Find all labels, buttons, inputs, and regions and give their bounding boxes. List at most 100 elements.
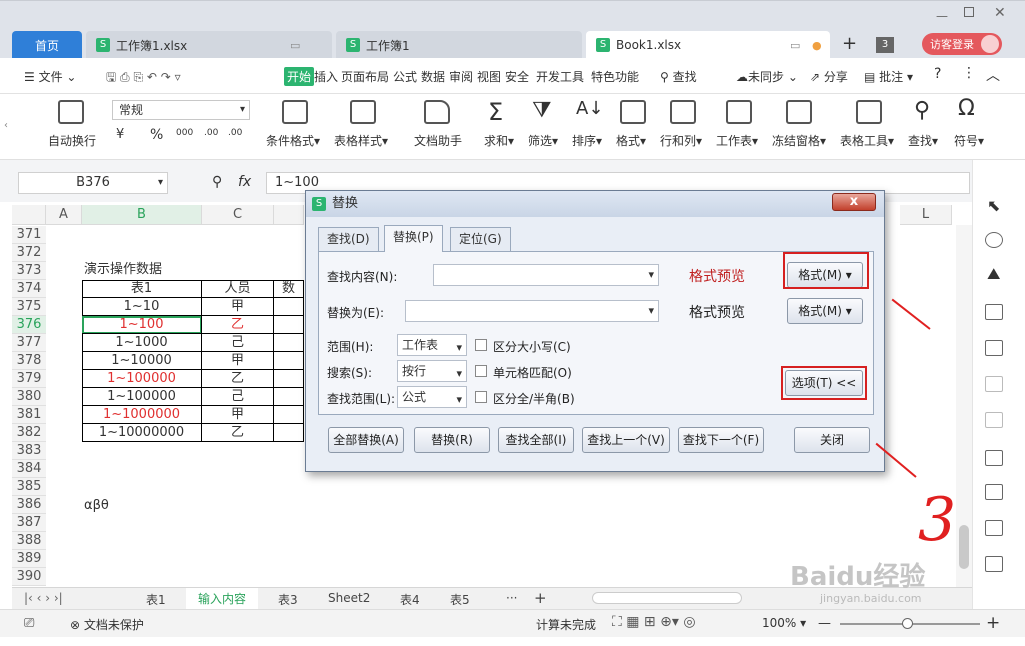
- thousands-button[interactable]: 000: [176, 128, 193, 138]
- monitor-icon[interactable]: ▭: [790, 39, 800, 52]
- archive-icon[interactable]: [985, 520, 1003, 536]
- find-button[interactable]: 查找▾: [908, 132, 938, 149]
- settings-icon[interactable]: [985, 376, 1003, 392]
- image-doc-icon[interactable]: [985, 450, 1003, 466]
- row-header[interactable]: 387: [12, 514, 46, 532]
- conditional-format-button[interactable]: 条件格式▾: [266, 132, 320, 149]
- symbol-button[interactable]: 符号▾: [954, 132, 984, 149]
- table-header-cell[interactable]: 表1: [82, 280, 202, 298]
- table-cell[interactable]: 乙: [202, 316, 274, 334]
- worksheet-button[interactable]: 工作表▾: [716, 132, 758, 149]
- help-icon[interactable]: ?: [934, 66, 941, 82]
- menu-search[interactable]: ⚲ 查找: [660, 68, 697, 85]
- picture-icon[interactable]: [985, 556, 1003, 572]
- table-cell[interactable]: 1~100000: [82, 388, 202, 406]
- table-cell[interactable]: 乙: [202, 370, 274, 388]
- menu-view[interactable]: 视图: [477, 68, 501, 85]
- decrease-decimal-button[interactable]: .00: [228, 128, 242, 138]
- sheet-nav-icons[interactable]: |‹ ‹ › ›|: [24, 591, 63, 605]
- tab-find[interactable]: 查找(D): [318, 227, 379, 251]
- match-cell-checkbox[interactable]: [475, 365, 487, 377]
- scrollbar-thumb[interactable]: [959, 525, 969, 569]
- close-button[interactable]: 关闭: [794, 427, 870, 453]
- number-format-select[interactable]: 常规 ▾: [112, 100, 250, 120]
- zoom-out-icon[interactable]: —: [818, 616, 831, 631]
- view-mode-icons[interactable]: ⛶ ▦ ⊞ ⊕▾ ◎: [612, 614, 696, 630]
- close-window-icon[interactable]: ✕: [994, 5, 1006, 21]
- doc-assistant-button[interactable]: 文档助手: [414, 132, 462, 149]
- table-cell[interactable]: 己: [202, 388, 274, 406]
- menu-insert[interactable]: 插入: [314, 68, 338, 85]
- monitor-icon[interactable]: ▭: [290, 39, 300, 52]
- tab-count-badge[interactable]: 3: [876, 37, 894, 53]
- sort-button[interactable]: 排序▾: [572, 132, 602, 149]
- replace-input[interactable]: [405, 300, 659, 322]
- row-header[interactable]: 374: [12, 280, 46, 298]
- increase-decimal-button[interactable]: .00: [204, 128, 218, 138]
- lookin-select[interactable]: 公式: [397, 386, 467, 410]
- replace-format-button[interactable]: 格式(M) ▾: [787, 298, 863, 324]
- sheet-tab-5[interactable]: 表5: [450, 591, 470, 608]
- table-header-cell[interactable]: 数: [274, 280, 304, 298]
- freeze-panes-button[interactable]: 冻结窗格▾: [772, 132, 826, 149]
- table-cell[interactable]: [274, 352, 304, 370]
- row-header[interactable]: 372: [12, 244, 46, 262]
- table-cell[interactable]: 乙: [202, 424, 274, 442]
- find-all-button[interactable]: 查找全部(I): [498, 427, 574, 453]
- column-header-d[interactable]: [274, 205, 304, 225]
- protect-status[interactable]: ⊗ 文档未保护: [70, 616, 144, 633]
- menu-sync[interactable]: ☁未同步 ⌄: [736, 68, 798, 85]
- table-cell[interactable]: 甲: [202, 298, 274, 316]
- tab-replace[interactable]: 替换(P): [384, 225, 443, 252]
- menu-page-layout[interactable]: 页面布局: [341, 68, 389, 85]
- table-cell[interactable]: 1~1000: [82, 334, 202, 352]
- percent-button[interactable]: %: [150, 127, 163, 143]
- collapse-ribbon-icon[interactable]: ︿: [986, 65, 1000, 85]
- table-tools-button[interactable]: 表格工具▾: [840, 132, 894, 149]
- zoom-find-icon[interactable]: ⚲: [212, 174, 222, 190]
- table-header-cell[interactable]: 人员: [202, 280, 274, 298]
- menu-data[interactable]: 数据: [421, 68, 445, 85]
- row-header[interactable]: 375: [12, 298, 46, 316]
- maximize-icon[interactable]: [964, 7, 974, 17]
- sheet-title[interactable]: 演示操作数据: [84, 261, 234, 279]
- row-header[interactable]: 382: [12, 424, 46, 442]
- table-cell[interactable]: [274, 316, 304, 334]
- menu-comment[interactable]: ▤ 批注 ▾: [864, 68, 913, 85]
- more-sheets-icon[interactable]: ···: [506, 591, 517, 605]
- column-header-a[interactable]: A: [46, 205, 82, 225]
- select-all-corner[interactable]: [12, 205, 46, 225]
- sheet-tab-input[interactable]: 输入内容: [186, 588, 259, 611]
- dialog-close-button[interactable]: x: [832, 193, 876, 211]
- zoom-slider-thumb[interactable]: [902, 618, 913, 629]
- table-cell[interactable]: 1~100: [82, 316, 202, 334]
- quick-access-icons[interactable]: 🖫 ⎙ ⎘ ↶ ↷ ▿: [106, 68, 181, 89]
- table-cell[interactable]: 1~10000: [82, 352, 202, 370]
- table-cell[interactable]: [274, 424, 304, 442]
- vertical-scrollbar[interactable]: [956, 225, 972, 587]
- table-cell[interactable]: 1~10000000: [82, 424, 202, 442]
- table-style-button[interactable]: 表格样式▾: [334, 132, 388, 149]
- replace-button[interactable]: 替换(R): [414, 427, 490, 453]
- find-input[interactable]: [433, 264, 659, 286]
- menu-share[interactable]: ⇗ 分享: [810, 68, 848, 85]
- table-cell[interactable]: [274, 370, 304, 388]
- menu-features[interactable]: 特色功能: [591, 68, 639, 85]
- sheet-tab-1[interactable]: 表1: [146, 591, 166, 608]
- table-cell[interactable]: [274, 388, 304, 406]
- apps-icon[interactable]: [985, 304, 1003, 320]
- export-icon[interactable]: [985, 484, 1003, 500]
- name-box[interactable]: B376 ▾: [18, 172, 168, 194]
- tab-goto[interactable]: 定位(G): [450, 227, 511, 251]
- match-width-checkbox[interactable]: [475, 391, 487, 403]
- row-header[interactable]: 379: [12, 370, 46, 388]
- format-button[interactable]: 格式▾: [616, 132, 646, 149]
- more-icon[interactable]: ⋮: [962, 65, 976, 81]
- transfer-icon[interactable]: [985, 412, 1003, 428]
- add-sheet-icon[interactable]: +: [534, 589, 547, 607]
- sheet-tab-4[interactable]: 表4: [400, 591, 420, 608]
- table-cell[interactable]: [274, 334, 304, 352]
- tab-workbook1[interactable]: S 工作簿1: [336, 31, 582, 59]
- row-header[interactable]: 389: [12, 550, 46, 568]
- table-cell[interactable]: [274, 298, 304, 316]
